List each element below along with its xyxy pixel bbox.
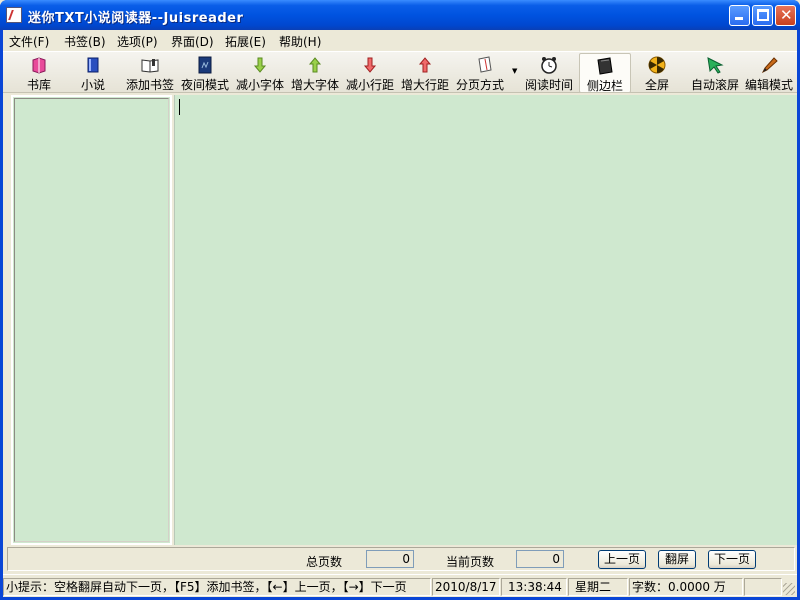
edit-mode-icon (761, 57, 778, 74)
menu-extend[interactable]: 拓展(E) (225, 33, 266, 50)
tool-novel[interactable]: 小说 (71, 53, 115, 93)
status-time: 13:38:44 (501, 578, 567, 596)
sidebar-panel[interactable] (11, 95, 172, 545)
tool-edit-mode[interactable]: 编辑模式 (743, 53, 795, 93)
tool-label: 小说 (80, 78, 105, 92)
menu-options[interactable]: 选项(P) (117, 33, 158, 50)
font-increase-icon (308, 57, 322, 73)
maximize-button[interactable] (752, 5, 773, 26)
tool-label: 书库 (26, 78, 51, 92)
tool-auto-scroll[interactable]: 自动滚屏 (687, 53, 743, 93)
tool-label: 增大行距 (400, 78, 449, 92)
tool-label: 增大字体 (290, 78, 339, 92)
book-icon (87, 57, 99, 73)
status-date: 2010/8/17 (432, 578, 500, 596)
line-spacing-increase-icon (418, 57, 432, 73)
line-spacing-decrease-icon (363, 57, 377, 73)
bookmark-add-icon (141, 59, 159, 73)
sidebar-icon (597, 57, 613, 75)
page-nav-bar: 总页数 0 当前页数 0 上一页 翻屏 下一页 (7, 547, 795, 571)
tool-label: 侧边栏 (586, 79, 623, 93)
close-icon: ✕ (780, 6, 793, 24)
bookshelf-icon (32, 57, 46, 74)
total-pages-label: 总页数 (306, 555, 343, 569)
app-window: 迷你TXT小说阅读器--Juisreader ✕ 文件(F) 书签(B) 选项(… (0, 0, 800, 600)
tool-label: 夜间模式 (180, 78, 229, 92)
tool-label: 自动滚屏 (690, 78, 739, 92)
tool-label: 阅读时间 (524, 78, 573, 92)
maximize-icon (757, 9, 769, 21)
tool-pagination[interactable]: 分页方式 ▼ (454, 53, 517, 93)
tool-add-bookmark[interactable]: 添加书签 (123, 53, 177, 93)
sidebar-list[interactable] (14, 98, 169, 542)
menu-help[interactable]: 帮助(H) (279, 33, 321, 50)
tool-label: 全屏 (644, 78, 669, 92)
tool-label: 添加书签 (125, 78, 174, 92)
status-bar: 小提示：空格翻屏自动下一页，【F5】添加书签，【←】上一页，【→】下一页 201… (3, 574, 797, 597)
title-bar[interactable]: 迷你TXT小说阅读器--Juisreader ✕ (0, 0, 800, 30)
tool-line-spacing-decrease[interactable]: 减小行距 (344, 53, 396, 93)
tool-font-increase[interactable]: 增大字体 (289, 53, 341, 93)
text-caret (179, 99, 180, 115)
tool-library[interactable]: 书库 (13, 53, 65, 93)
client-area: 文件(F) 书签(B) 选项(P) 界面(D) 拓展(E) 帮助(H) 书库 小… (3, 30, 797, 597)
current-page-label: 当前页数 (446, 555, 495, 569)
tool-reading-time[interactable]: 阅读时间 (521, 53, 577, 93)
app-icon[interactable] (6, 7, 22, 23)
next-page-button[interactable]: 下一页 (708, 550, 756, 569)
tool-label: 编辑模式 (744, 78, 793, 92)
menu-bookmarks[interactable]: 书签(B) (64, 33, 106, 50)
reader-text-area[interactable] (174, 95, 797, 545)
status-empty-cell (744, 578, 782, 596)
pagination-icon (478, 56, 492, 73)
minimize-button[interactable] (729, 5, 750, 26)
tool-font-decrease[interactable]: 减小字体 (234, 53, 286, 93)
tool-label: 减小行距 (345, 78, 394, 92)
status-weekday: 星期二 (568, 578, 628, 596)
status-tip: 小提示：空格翻屏自动下一页，【F5】添加书签，【←】上一页，【→】下一页 (3, 578, 431, 596)
tool-fullscreen[interactable]: 全屏 (637, 53, 677, 93)
toolbar: 书库 小说 添加书签 夜间模式 减小字体 增大字体 减小行距 增大行距 分页方式… (3, 51, 797, 93)
total-pages-value: 0 (366, 550, 414, 568)
tool-label: 分页方式 (455, 78, 504, 92)
clock-icon (541, 57, 557, 74)
auto-scroll-icon (707, 57, 724, 74)
tool-line-spacing-increase[interactable]: 增大行距 (399, 53, 451, 93)
status-word-count: 字数：0.0000 万 (629, 578, 743, 596)
menu-file[interactable]: 文件(F) (9, 33, 49, 50)
fullscreen-icon (648, 56, 666, 74)
tool-sidebar[interactable]: 侧边栏 (579, 53, 631, 93)
menu-interface[interactable]: 界面(D) (171, 33, 214, 50)
close-button[interactable]: ✕ (775, 5, 796, 26)
minimize-icon (735, 17, 743, 20)
prev-page-button[interactable]: 上一页 (598, 550, 646, 569)
font-decrease-icon (253, 57, 267, 73)
flip-screen-button[interactable]: 翻屏 (658, 550, 696, 569)
night-mode-icon (198, 56, 212, 74)
window-title: 迷你TXT小说阅读器--Juisreader (28, 11, 244, 26)
menu-bar: 文件(F) 书签(B) 选项(P) 界面(D) 拓展(E) 帮助(H) (3, 30, 797, 50)
current-page-value: 0 (516, 550, 564, 568)
dropdown-arrow-icon[interactable]: ▼ (512, 67, 517, 75)
resize-grip[interactable] (783, 583, 795, 595)
tool-label: 减小字体 (235, 78, 284, 92)
tool-night-mode[interactable]: 夜间模式 (179, 53, 231, 93)
